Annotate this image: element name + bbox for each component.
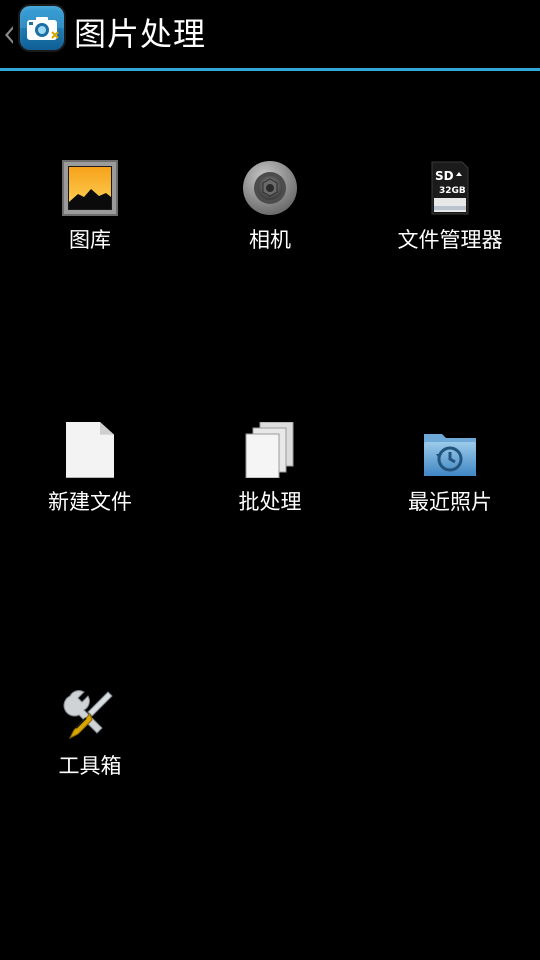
grid-item-label: 批处理 (238, 490, 302, 514)
grid-item-recent-photos[interactable]: 最近照片 (360, 422, 540, 532)
grid-item-label: 工具箱 (58, 754, 122, 778)
recent-folder-icon (422, 422, 478, 478)
grid-item-toolbox[interactable]: 工具箱 (0, 686, 180, 796)
page-title: 图片处理 (74, 15, 207, 53)
sd-card-icon: SD 32GB (422, 160, 478, 216)
grid-item-batch[interactable]: 批处理 (180, 421, 360, 532)
up-navigation-button[interactable] (0, 6, 70, 64)
grid-item-label: 图库 (69, 228, 111, 252)
camera-lens-icon (242, 160, 298, 216)
grid-item-label: 相机 (249, 228, 291, 252)
gallery-icon (62, 160, 118, 216)
grid-item-label: 最近照片 (408, 490, 492, 514)
new-file-icon (62, 422, 118, 478)
grid-item-gallery[interactable]: 图库 (0, 160, 180, 270)
chevron-left-icon (5, 26, 13, 44)
app-root: 图片处理 图库 相机 SD 32GB 文件管理器 新建文件 批处理 最近照片 工… (0, 0, 540, 960)
grid-item-label: 文件管理器 (397, 228, 503, 252)
grid-item-camera[interactable]: 相机 (180, 160, 360, 270)
action-bar-divider (0, 68, 540, 71)
sd-label: SD (435, 169, 454, 183)
grid-item-label: 新建文件 (48, 490, 132, 514)
sd-capacity: 32GB (439, 186, 466, 196)
batch-pages-icon (242, 421, 298, 479)
grid-item-file-manager[interactable]: SD 32GB 文件管理器 (360, 160, 540, 270)
camera-icon (20, 6, 64, 50)
action-bar: 图片处理 (0, 0, 540, 71)
tools-icon (62, 686, 118, 742)
grid-item-new-file[interactable]: 新建文件 (0, 422, 180, 532)
